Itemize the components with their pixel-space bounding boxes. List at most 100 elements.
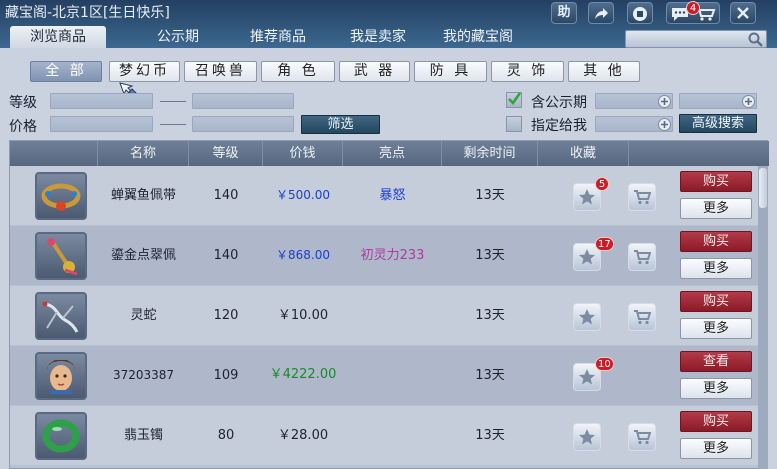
plus-icon	[658, 118, 671, 131]
assign-to-me-checkbox[interactable]	[506, 116, 522, 132]
public-period-checkbox[interactable]	[506, 92, 522, 108]
view-button[interactable]: 查看	[680, 351, 752, 372]
more-button[interactable]: 更多	[680, 198, 752, 219]
item-price: ￥500.00	[276, 188, 330, 202]
more-button[interactable]: 更多	[680, 438, 752, 459]
titlebar: 藏宝阁-北京1区[生日快乐] 助 4	[0, 0, 777, 24]
col-highlight[interactable]: 亮点	[343, 141, 442, 166]
category-all[interactable]: 全 部	[30, 61, 102, 82]
tab-recommended[interactable]: 推荐商品	[230, 26, 326, 48]
item-price: ￥28.00	[277, 428, 329, 443]
col-price[interactable]: 价钱	[263, 141, 343, 166]
item-icon-pendant[interactable]	[35, 232, 87, 280]
item-price: ￥868.00	[276, 248, 330, 262]
search-input[interactable]	[628, 32, 746, 46]
item-level: 120	[213, 308, 239, 323]
item-time-left: 13天	[475, 188, 505, 203]
item-name: 鎏金点翠佩	[110, 248, 176, 263]
item-icon-snake[interactable]	[35, 292, 87, 340]
search-icon[interactable]	[748, 32, 764, 47]
col-favorite[interactable]: 收藏	[538, 141, 629, 166]
star-icon	[579, 369, 595, 385]
item-time-left: 13天	[475, 248, 505, 263]
cart-icon	[634, 250, 651, 265]
buy-button[interactable]: 购买	[680, 171, 752, 192]
category-character[interactable]: 角 色	[261, 61, 335, 82]
item-highlight	[343, 286, 442, 345]
add-to-cart-button[interactable]	[628, 303, 656, 331]
col-icon	[10, 141, 98, 166]
tab-seller[interactable]: 我是卖家	[330, 26, 426, 48]
col-level[interactable]: 等级	[189, 141, 263, 166]
category-weapon[interactable]: 武 器	[339, 61, 410, 82]
category-spirit-accessory[interactable]: 灵 饰	[491, 61, 564, 82]
share-button[interactable]	[588, 2, 614, 24]
price-label: 价格	[9, 119, 37, 135]
level-max-input[interactable]	[192, 93, 294, 109]
public-select-a[interactable]	[595, 93, 673, 109]
level-label: 等级	[9, 95, 37, 111]
item-name: 灵蛇	[130, 308, 157, 323]
tab-browse[interactable]: 浏览商品	[10, 26, 106, 48]
level-range-dash	[160, 101, 186, 102]
price-max-input[interactable]	[192, 116, 294, 132]
buy-button[interactable]: 购买	[680, 411, 752, 432]
item-highlight: 初灵力233	[360, 248, 425, 263]
tab-public-period[interactable]: 公示期	[130, 26, 226, 48]
table-scrollbar[interactable]	[758, 166, 768, 469]
buy-button[interactable]: 购买	[680, 291, 752, 312]
more-button[interactable]: 更多	[680, 378, 752, 399]
star-icon	[579, 189, 595, 205]
item-level: 80	[217, 428, 235, 443]
level-min-input[interactable]	[50, 93, 153, 109]
checkmark-icon	[508, 92, 522, 106]
stop-button[interactable]	[627, 2, 653, 24]
favorite-button[interactable]	[573, 423, 601, 451]
table-row: 蝉翼鱼佩带 140 ￥500.00 暴怒 13天 5 购买 更多	[10, 166, 758, 225]
star-icon	[579, 309, 595, 325]
advanced-search-button[interactable]: 高级搜索	[679, 114, 757, 133]
star-icon	[579, 249, 595, 265]
table-row: 37203387 109 ￥4222.00 13天 10 查看 更多	[10, 346, 758, 405]
more-button[interactable]: 更多	[680, 318, 752, 339]
item-name: 37203387	[112, 368, 175, 382]
category-game-coin[interactable]: 梦幻币	[109, 61, 180, 82]
cart-icon	[634, 310, 651, 325]
cart-icon	[634, 430, 651, 445]
favorite-button[interactable]	[573, 303, 601, 331]
favorite-count-badge: 17	[595, 237, 614, 251]
price-min-input[interactable]	[50, 116, 153, 132]
item-icon-character[interactable]	[35, 352, 87, 400]
category-summoned-beast[interactable]: 召唤兽	[184, 61, 257, 82]
add-to-cart-button[interactable]	[628, 183, 656, 211]
table-row: 灵蛇 120 ￥10.00 13天 购买 更多	[10, 286, 758, 345]
assign-select[interactable]	[595, 116, 673, 132]
table-row: 鎏金点翠佩 140 ￥868.00 初灵力233 13天 17 购买 更多	[10, 226, 758, 285]
item-price: ￥4222.00	[269, 367, 337, 382]
more-button[interactable]: 更多	[680, 258, 752, 279]
scrollbar-thumb[interactable]	[759, 168, 767, 208]
item-icon-belt[interactable]	[35, 172, 87, 220]
col-time-left[interactable]: 剩余时间	[442, 141, 538, 166]
item-highlight	[343, 346, 442, 405]
filter-button[interactable]: 筛选	[301, 115, 380, 134]
category-other[interactable]: 其 他	[568, 61, 640, 82]
close-button[interactable]	[730, 2, 756, 24]
add-to-cart-button[interactable]	[628, 243, 656, 271]
snake-icon	[42, 301, 79, 333]
public-period-label: 含公示期	[531, 95, 587, 111]
item-name: 蝉翼鱼佩带	[110, 188, 176, 203]
favorite-count-badge: 10	[595, 357, 614, 371]
help-button[interactable]: 助	[551, 2, 577, 24]
pendant-icon	[47, 238, 78, 276]
tab-my-pavilion[interactable]: 我的藏宝阁	[430, 26, 526, 48]
table-header: 名称 等级 价钱 亮点 剩余时间 收藏	[10, 141, 769, 166]
col-name[interactable]: 名称	[98, 141, 189, 166]
item-time-left: 13天	[475, 368, 505, 383]
category-armor[interactable]: 防 具	[414, 61, 487, 82]
share-arrow-icon	[595, 8, 608, 19]
add-to-cart-button[interactable]	[628, 423, 656, 451]
buy-button[interactable]: 购买	[680, 231, 752, 252]
item-icon-jade-bracelet[interactable]	[35, 412, 87, 460]
public-select-b[interactable]	[679, 93, 757, 109]
